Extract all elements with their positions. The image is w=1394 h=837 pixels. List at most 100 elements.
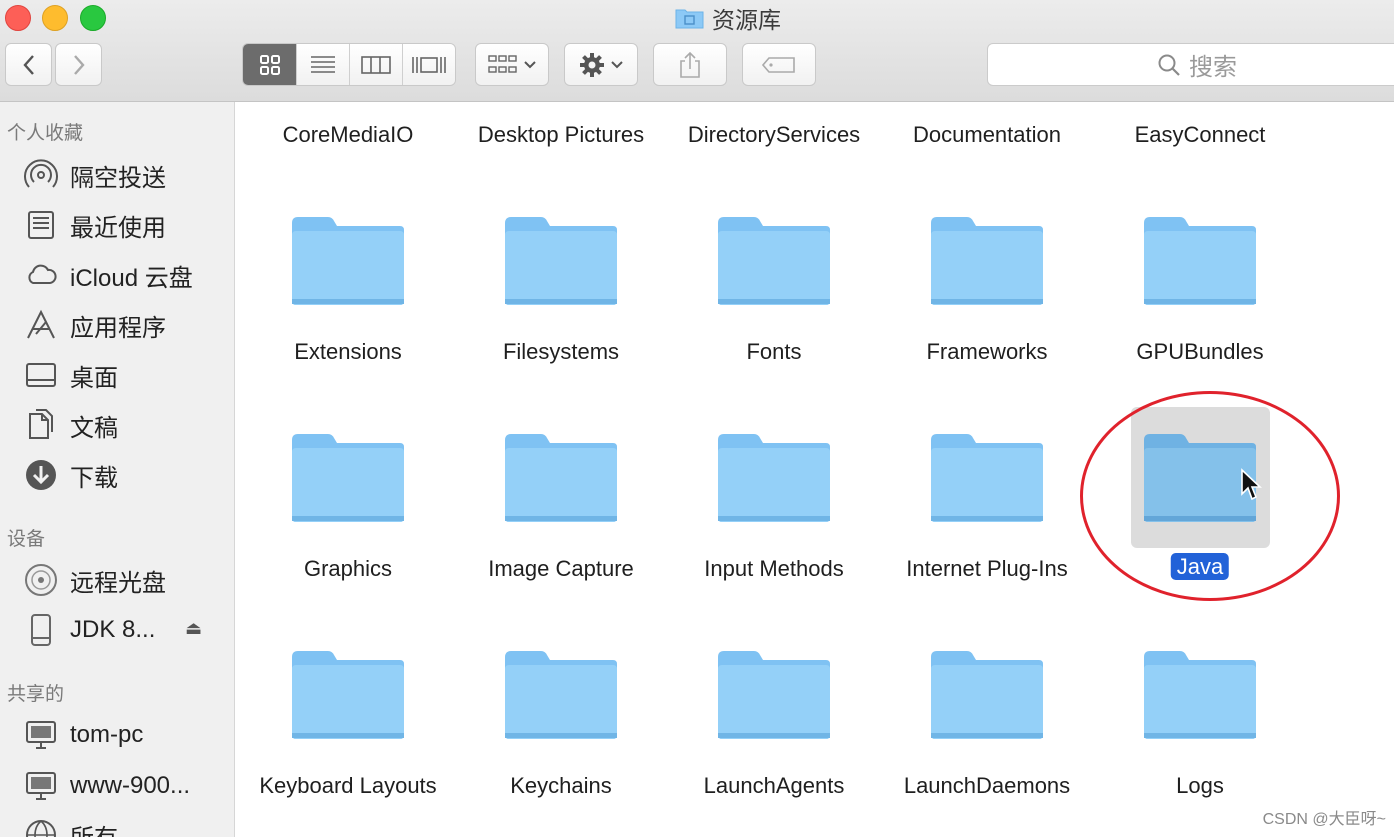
drive-icon bbox=[24, 613, 58, 647]
sidebar-section-devices: 设备 bbox=[7, 529, 46, 550]
gear-icon bbox=[580, 52, 604, 77]
sidebar-item-www[interactable]: www-900... bbox=[24, 766, 190, 806]
folder-icon[interactable] bbox=[503, 215, 619, 307]
sidebar-item-remote-disc[interactable]: 远程光盘 bbox=[24, 560, 166, 600]
folder-icon[interactable] bbox=[1142, 215, 1258, 307]
file-label[interactable]: LaunchDaemons bbox=[904, 773, 1070, 799]
documents-icon bbox=[24, 408, 58, 442]
sidebar-section-shared: 共享的 bbox=[7, 684, 65, 705]
cloud-icon bbox=[24, 258, 58, 292]
library-folder-icon bbox=[675, 9, 704, 29]
back-button[interactable] bbox=[5, 43, 52, 86]
search-placeholder: 搜索 bbox=[1189, 54, 1237, 81]
sidebar-item-label: 下载 bbox=[70, 464, 118, 492]
close-window-button[interactable] bbox=[5, 5, 31, 31]
folder-icon[interactable] bbox=[716, 215, 832, 307]
column-view-button[interactable] bbox=[349, 44, 402, 85]
file-label[interactable]: Fonts bbox=[746, 339, 801, 365]
computer-icon bbox=[24, 718, 58, 752]
arrange-button[interactable] bbox=[475, 43, 549, 86]
sidebar-item-airdrop[interactable]: 隔空投送 bbox=[24, 155, 166, 195]
file-label[interactable]: Desktop Pictures bbox=[478, 122, 644, 148]
sidebar-item-label: 最近使用 bbox=[70, 214, 166, 242]
folder-icon[interactable] bbox=[716, 649, 832, 741]
sidebar: 个人收藏 隔空投送 最近使用 iCloud 云盘 应用程序 桌面 文稿 下载 设… bbox=[0, 102, 235, 837]
icon-view-button[interactable] bbox=[243, 44, 296, 85]
file-label[interactable]: Internet Plug-Ins bbox=[906, 556, 1067, 582]
arrange-grid-icon bbox=[488, 54, 517, 73]
file-label[interactable]: Frameworks bbox=[926, 339, 1047, 365]
folder-icon[interactable] bbox=[716, 432, 832, 524]
chevron-down-icon bbox=[524, 60, 536, 68]
chevron-right-icon bbox=[73, 54, 85, 75]
airdrop-icon bbox=[24, 158, 58, 192]
sidebar-item-label: iCloud 云盘 bbox=[70, 264, 193, 292]
file-label[interactable]: GPUBundles bbox=[1136, 339, 1263, 365]
sidebar-item-label: tom-pc bbox=[70, 721, 144, 748]
file-label[interactable]: LaunchAgents bbox=[704, 773, 845, 799]
file-label[interactable]: Logs bbox=[1176, 773, 1224, 799]
desktop-icon bbox=[24, 358, 58, 392]
minimize-window-button[interactable] bbox=[42, 5, 68, 31]
recents-icon bbox=[24, 208, 58, 242]
watermark: CSDN @大臣呀~ bbox=[1262, 811, 1386, 828]
sidebar-item-label: 桌面 bbox=[70, 364, 118, 392]
sidebar-item-label: JDK 8... bbox=[70, 616, 156, 643]
view-mode-segmented-control bbox=[242, 43, 456, 86]
sidebar-section-favorites: 个人收藏 bbox=[7, 123, 84, 144]
sidebar-item-label: www-900... bbox=[70, 772, 191, 799]
sidebar-item-label: 所有... bbox=[70, 818, 138, 837]
chevron-left-icon bbox=[22, 54, 34, 75]
chevron-down-icon bbox=[611, 60, 623, 68]
folder-icon[interactable] bbox=[929, 649, 1045, 741]
share-icon bbox=[680, 51, 700, 78]
eject-icon[interactable]: ⏏ bbox=[185, 618, 202, 639]
folder-icon[interactable] bbox=[503, 432, 619, 524]
sidebar-item-all[interactable]: 所有... bbox=[24, 815, 138, 837]
window-title: 资源库 bbox=[675, 3, 781, 33]
file-label[interactable]: Input Methods bbox=[704, 556, 843, 582]
folder-icon[interactable] bbox=[290, 649, 406, 741]
sidebar-item-label: 文稿 bbox=[70, 414, 118, 442]
file-label[interactable]: Documentation bbox=[913, 122, 1061, 148]
grid-icon bbox=[259, 54, 280, 75]
tags-button[interactable] bbox=[742, 43, 816, 86]
sidebar-item-tom-pc[interactable]: tom-pc bbox=[24, 715, 143, 755]
folder-icon[interactable] bbox=[1142, 649, 1258, 741]
file-label[interactable]: DirectoryServices bbox=[688, 122, 860, 148]
list-view-button[interactable] bbox=[296, 44, 349, 85]
gallery-view-button[interactable] bbox=[402, 44, 455, 85]
sidebar-item-applications[interactable]: 应用程序 bbox=[24, 305, 166, 345]
window-title-text: 资源库 bbox=[712, 7, 781, 33]
sidebar-item-jdk-volume[interactable]: JDK 8... bbox=[24, 610, 155, 650]
sidebar-item-desktop[interactable]: 桌面 bbox=[24, 355, 118, 395]
network-icon bbox=[24, 818, 58, 837]
sidebar-item-downloads[interactable]: 下载 bbox=[24, 455, 118, 495]
folder-icon[interactable] bbox=[929, 215, 1045, 307]
file-label[interactable]: Keyboard Layouts bbox=[259, 773, 436, 799]
finder-toolbar: 资源库 搜索 bbox=[0, 0, 1394, 102]
folder-icon[interactable] bbox=[290, 432, 406, 524]
sidebar-item-recents[interactable]: 最近使用 bbox=[24, 205, 166, 245]
forward-button[interactable] bbox=[55, 43, 102, 86]
action-menu-button[interactable] bbox=[564, 43, 638, 86]
folder-icon[interactable] bbox=[290, 215, 406, 307]
folder-icon[interactable] bbox=[503, 649, 619, 741]
file-label[interactable]: Graphics bbox=[304, 556, 392, 582]
sidebar-item-documents[interactable]: 文稿 bbox=[24, 405, 118, 445]
search-field[interactable]: 搜索 bbox=[987, 43, 1394, 86]
sidebar-item-icloud[interactable]: iCloud 云盘 bbox=[24, 255, 193, 295]
columns-icon bbox=[361, 55, 391, 74]
file-label[interactable]: Filesystems bbox=[503, 339, 619, 365]
file-label[interactable]: Keychains bbox=[510, 773, 612, 799]
file-label[interactable]: CoreMediaIO bbox=[283, 122, 414, 148]
zoom-window-button[interactable] bbox=[80, 5, 106, 31]
file-label[interactable]: EasyConnect bbox=[1135, 122, 1266, 148]
gallery-icon bbox=[412, 56, 446, 73]
share-button[interactable] bbox=[653, 43, 727, 86]
folder-icon[interactable] bbox=[929, 432, 1045, 524]
file-label[interactable]: Extensions bbox=[294, 339, 402, 365]
sidebar-item-label: 隔空投送 bbox=[70, 164, 166, 192]
file-label[interactable]: Image Capture bbox=[488, 556, 634, 582]
disc-icon bbox=[24, 563, 58, 597]
